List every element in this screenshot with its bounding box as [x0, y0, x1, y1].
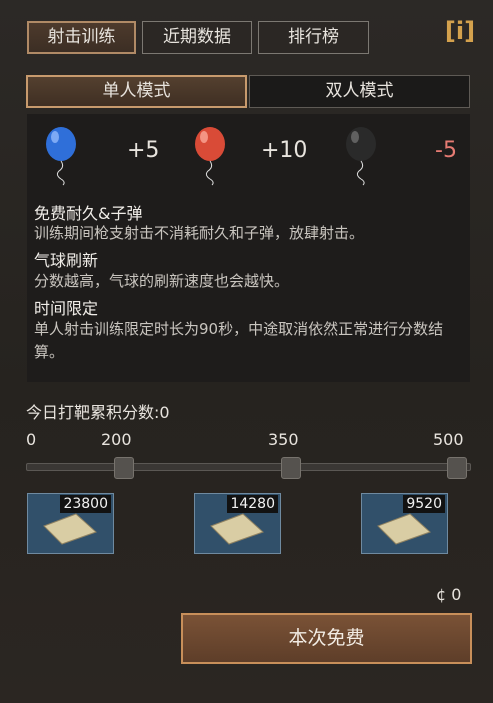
rule-title: 气球刷新 [34, 251, 99, 270]
red-balloon-icon [195, 127, 225, 186]
blue-score: +5 [127, 138, 160, 163]
coin-icon: ¢ [436, 585, 447, 604]
lock-icon [114, 457, 134, 479]
shooting-training-panel: 射击训练 近期数据 排行榜 [i] 单人模式 双人模式 +5 +10 -5 免费… [0, 0, 493, 703]
money-note-icon [210, 513, 264, 545]
tick-label: 350 [268, 430, 299, 449]
rule-text: 训练期间枪支射击不消耗耐久和子弹，放肆射击。 [34, 224, 365, 242]
info-button[interactable]: [i] [443, 14, 477, 48]
tab-recent-data[interactable]: 近期数据 [142, 21, 252, 54]
reward-count: 14280 [227, 495, 278, 513]
rule-text: 分数越高，气球的刷新速度也会越快。 [34, 272, 290, 290]
today-score-value: 0 [159, 403, 170, 422]
currency-value: 0 [451, 585, 462, 604]
score-progress-bar [26, 463, 471, 471]
tick-label: 200 [101, 430, 132, 449]
rule-title: 时间限定 [34, 299, 99, 318]
rule-title: 免费耐久&子弹 [34, 204, 143, 223]
reward-count: 9520 [403, 495, 445, 513]
money-note-icon [43, 513, 97, 545]
tick-label: 500 [433, 430, 464, 449]
red-score: +10 [261, 138, 308, 163]
black-score: -5 [435, 138, 457, 163]
rule-text: 单人射击训练限定时长为90秒，中途取消依然正常进行分数结算。 [34, 320, 444, 361]
today-score: 今日打靶累积分数:0 [26, 399, 170, 423]
lock-icon [281, 457, 301, 479]
lock-icon [447, 457, 467, 479]
mode-double[interactable]: 双人模式 [249, 75, 470, 108]
black-balloon-icon [346, 127, 376, 186]
tick-label: 0 [26, 430, 37, 449]
today-score-label: 今日打靶累积分数: [26, 403, 160, 422]
reward-item[interactable]: 14280 [194, 493, 281, 554]
reward-item[interactable]: 9520 [361, 493, 448, 554]
reward-count: 23800 [60, 495, 111, 513]
blue-balloon-icon [46, 127, 76, 186]
free-start-button[interactable]: 本次免费 [181, 613, 472, 664]
tab-shooting-training[interactable]: 射击训练 [27, 21, 136, 54]
rules-box: +5 +10 -5 免费耐久&子弹 训练期间枪支射击不消耗耐久和子弹，放肆射击。… [27, 114, 470, 382]
mode-single[interactable]: 单人模式 [26, 75, 247, 108]
currency-balance: ¢ 0 [436, 585, 461, 604]
tab-leaderboard[interactable]: 排行榜 [258, 21, 369, 54]
reward-item[interactable]: 23800 [27, 493, 114, 554]
money-note-icon [377, 513, 431, 545]
